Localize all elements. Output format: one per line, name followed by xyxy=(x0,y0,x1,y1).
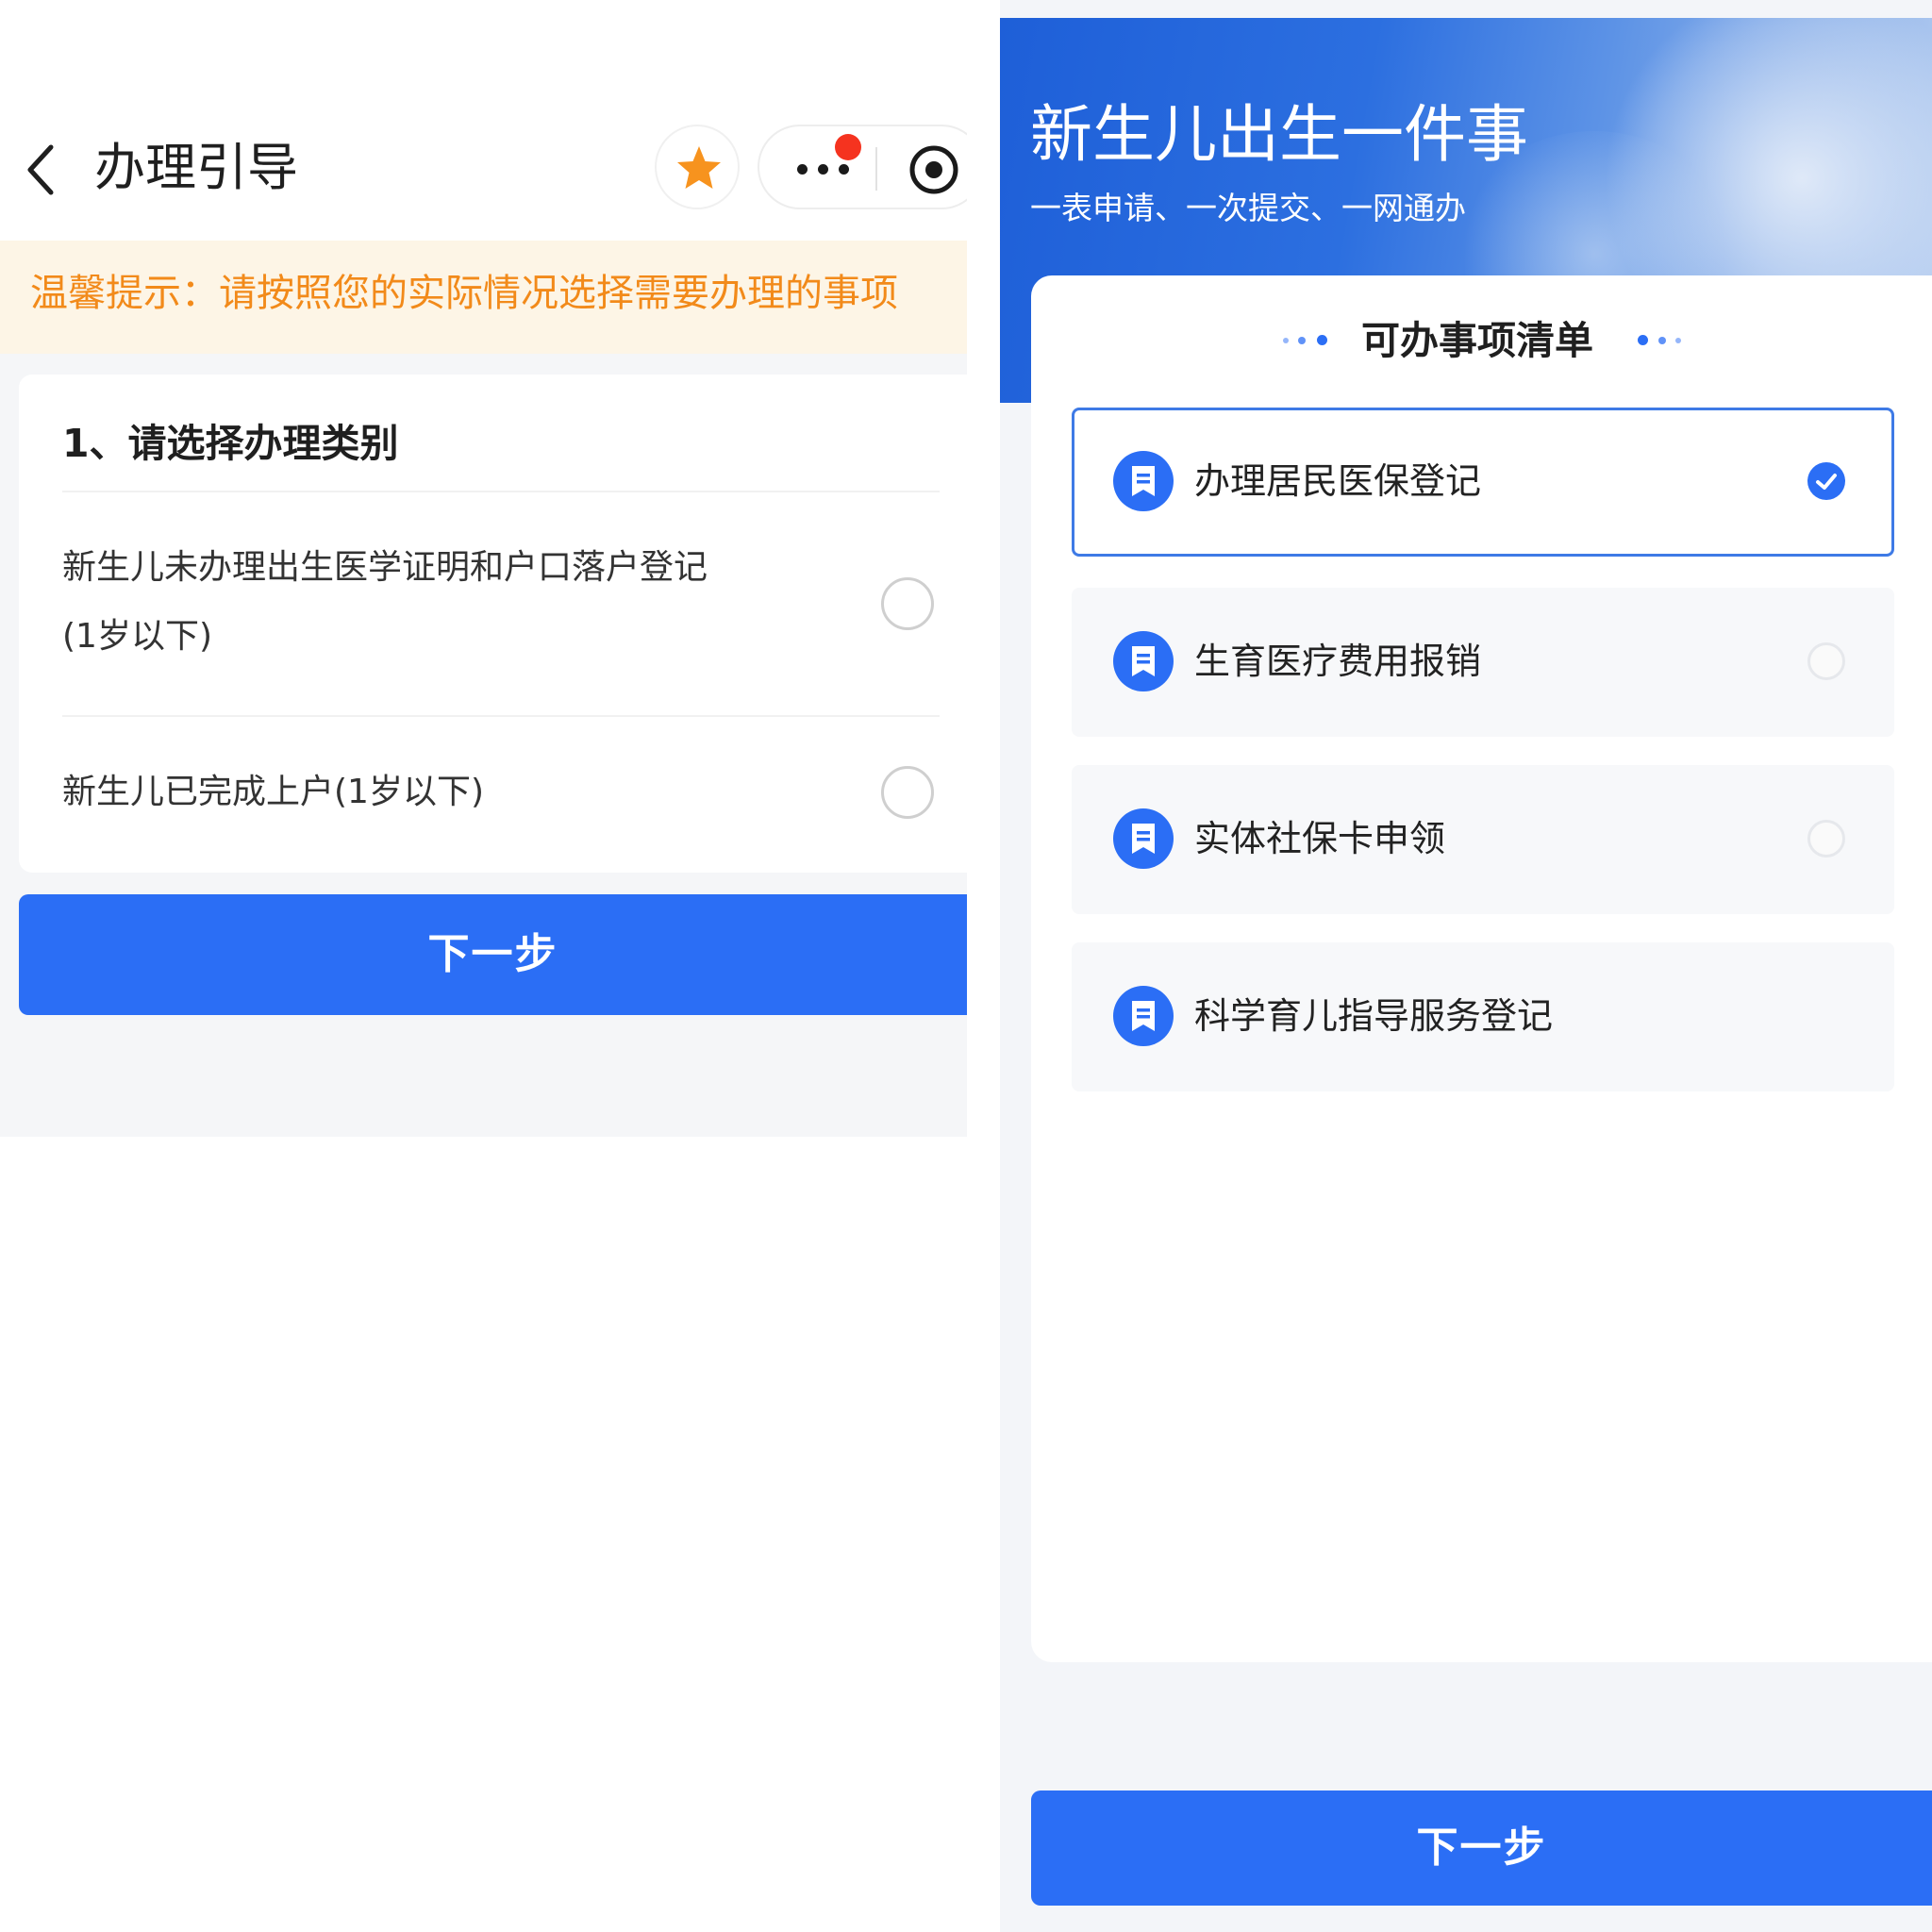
capsule-menu xyxy=(758,125,967,209)
left-screen: 办理引导 温馨提示：请按照您的实际情况选择需要办理的事项 1、请选择办理类别 新… xyxy=(0,0,967,1137)
radio-empty-icon[interactable] xyxy=(1807,820,1845,858)
list-title: 可办事项清单 xyxy=(1361,318,1593,363)
service-item-social-security-card[interactable]: 实体社保卡申领 xyxy=(1072,765,1894,914)
option-label[interactable]: 新生儿未办理出生医学证明和户口落户登记 xyxy=(62,544,708,591)
banner-subtitle: 一表申请、一次提交、一网通办 xyxy=(1030,190,1466,226)
service-item-maternity-reimbursement[interactable]: 生育医疗费用报销 xyxy=(1072,588,1894,737)
radio-empty-icon[interactable] xyxy=(1807,642,1845,680)
divider xyxy=(62,491,940,492)
favorite-button[interactable] xyxy=(655,125,740,209)
service-item-medical-insurance[interactable]: 办理居民医保登记 xyxy=(1072,408,1894,557)
next-button[interactable]: 下一步 xyxy=(19,894,967,1015)
option-label[interactable]: 新生儿已完成上户(1岁以下) xyxy=(62,769,484,816)
document-icon xyxy=(1113,986,1174,1046)
service-item-label: 生育医疗费用报销 xyxy=(1194,641,1482,682)
title-dots-left-icon xyxy=(1283,332,1330,347)
document-icon xyxy=(1113,631,1174,691)
section-title: 1、请选择办理类别 xyxy=(62,421,399,466)
service-item-label: 办理居民医保登记 xyxy=(1194,460,1482,502)
divider xyxy=(62,715,940,717)
document-icon xyxy=(1113,451,1174,511)
title-dots-right-icon xyxy=(1638,332,1685,347)
notification-badge xyxy=(835,134,861,160)
option-radio-registered[interactable] xyxy=(881,766,934,819)
right-screen: 新生儿出生一件事 一表申请、一次提交、一网通办 可办事项清单 办理居民医保登记 xyxy=(1000,0,1932,1932)
check-icon xyxy=(1807,462,1845,500)
next-button[interactable]: 下一步 xyxy=(1031,1790,1932,1906)
document-icon xyxy=(1113,808,1174,869)
capsule-divider xyxy=(875,147,877,191)
close-circle-icon[interactable] xyxy=(908,143,960,196)
service-item-parenting-guidance[interactable]: 科学育儿指导服务登记 xyxy=(1072,942,1894,1091)
service-item-label: 科学育儿指导服务登记 xyxy=(1194,995,1554,1037)
option-label-sub[interactable]: (1岁以下) xyxy=(62,613,212,660)
tip-text: 温馨提示：请按照您的实际情况选择需要办理的事项 xyxy=(30,272,898,315)
service-item-label: 实体社保卡申领 xyxy=(1194,818,1446,859)
option-radio-unregistered[interactable] xyxy=(881,577,934,630)
page-title: 办理引导 xyxy=(94,138,298,197)
back-chevron-icon[interactable] xyxy=(21,142,62,198)
banner-title: 新生儿出生一件事 xyxy=(1030,98,1528,171)
star-icon xyxy=(677,146,721,189)
more-dots-icon[interactable] xyxy=(797,160,863,179)
